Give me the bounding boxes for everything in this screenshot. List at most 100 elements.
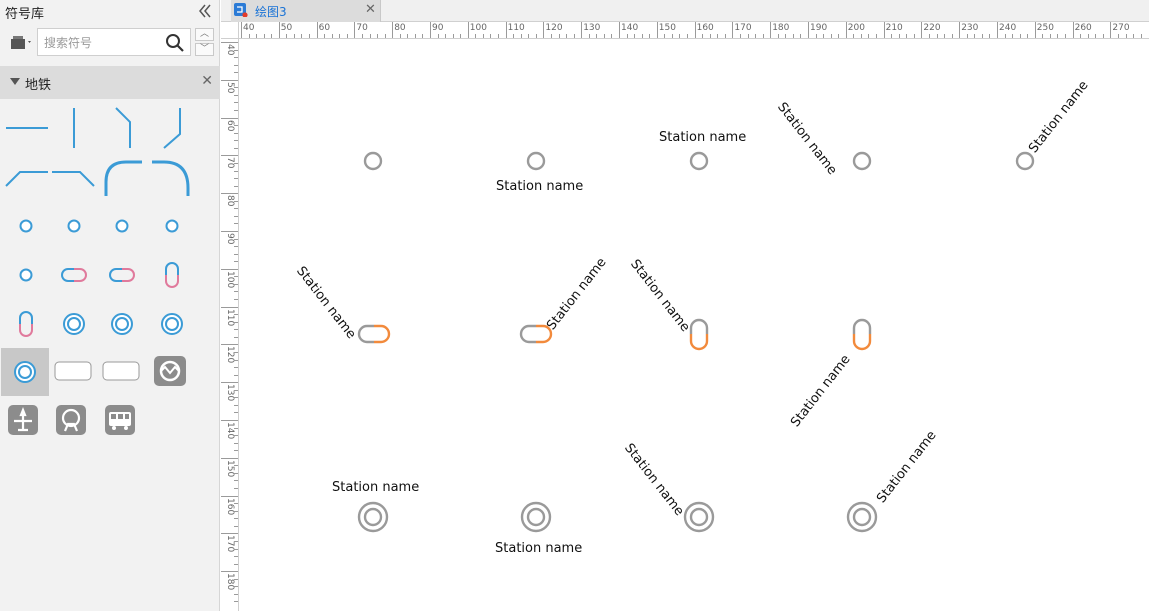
ruler-corner [221,22,239,39]
chevron-up-icon[interactable]: ︿ [195,28,214,41]
ruler-tick [1072,22,1074,38]
ruler-label: 120 [545,23,563,33]
ruler-minor-tick [966,34,968,38]
ruler-tick [221,42,238,43]
ruler-label: 250 [1036,23,1054,33]
ruler-minor-tick [452,34,454,38]
ruler-minor-tick [234,178,238,180]
ruler-minor-tick [550,34,552,38]
ruler-minor-tick [1140,34,1142,38]
ruler-minor-tick [634,34,636,38]
ruler-label: 140 [621,23,639,33]
interchange-station-shape[interactable] [50,300,98,348]
ruler-minor-tick [234,389,238,391]
ruler-tick [694,22,696,38]
drawing-canvas[interactable]: Station name Station name Station name S… [239,39,1149,611]
tab-close-icon[interactable]: ✕ [365,2,376,17]
interchange-station-shape[interactable] [1,348,49,396]
ruler-minor-tick [913,34,915,38]
station-name-label[interactable]: Station name [495,541,582,556]
ruler-tick [221,79,238,81]
ruler-minor-tick [1065,34,1067,38]
bend-line-right-shape[interactable] [98,104,146,152]
station-circle-shape[interactable] [50,202,98,250]
ruler-minor-tick [1117,34,1119,38]
horizontal-line-shape[interactable] [2,104,50,152]
curve-line-left-shape[interactable] [98,152,146,200]
tab-drawing3[interactable]: 绘图3 ✕ [231,0,381,22]
app-window: 符号库 ︿ ﹀ 地铁 ✕ [0,0,1149,611]
ruler-tick [1110,22,1112,38]
transfer-station-vertical-shape[interactable] [2,300,50,348]
ruler-minor-tick [1080,34,1082,38]
ruler-minor-tick [369,34,371,38]
ruler-minor-tick [234,314,238,316]
interchange-station-shape[interactable] [146,300,194,348]
ruler-minor-tick [1125,34,1127,38]
ruler-minor-tick [234,57,238,59]
horizontal-ruler: 40 50 60 70 80 90 100 110 120 130 140 150 160 170 180 1… [239,22,1149,39]
ruler-minor-tick [649,34,651,38]
ruler-minor-tick [234,185,238,187]
ruler-tick [959,22,961,38]
section-header-subway[interactable]: 地铁 ✕ [0,66,220,99]
transfer-station-horizontal-shape[interactable] [50,251,98,299]
ruler-minor-tick [860,34,862,38]
ruler-label: 90 [432,23,444,33]
station-name-label[interactable]: Station name [332,480,419,495]
station-circle-shape[interactable] [146,202,194,250]
curve-line-right-shape[interactable] [146,152,194,200]
ruler-tick [921,22,923,38]
ruler-minor-tick [234,442,238,444]
station-circle-shape[interactable] [2,251,50,299]
rounded-rect-shape[interactable] [98,348,146,396]
ruler-minor-tick [951,34,953,38]
ruler-minor-tick [234,367,238,369]
bus-icon[interactable] [97,397,145,445]
bend-line-left-shape[interactable] [146,104,194,152]
vertical-line-shape[interactable] [50,104,98,152]
ruler-minor-tick [702,34,704,38]
chevron-down-icon[interactable]: ﹀ [195,43,214,56]
search-icon[interactable] [165,33,185,53]
symbol-search-box[interactable] [37,28,191,56]
ruler-minor-tick [906,34,908,38]
transfer-station-vertical-shape[interactable] [146,251,194,299]
ruler-minor-tick [286,34,288,38]
ruler-minor-tick [234,450,238,452]
document-tab-bar: 绘图3 ✕ [221,0,1149,22]
ruler-minor-tick [234,72,238,74]
station-name-label[interactable]: Station name [659,130,746,145]
airport-icon[interactable] [0,397,48,445]
close-section-icon[interactable]: ✕ [201,73,213,89]
ruler-minor-tick [301,34,303,38]
ruler-tick [656,22,658,38]
library-menu-button[interactable] [9,33,35,51]
railway-station-icon[interactable] [48,397,96,445]
diagonal-horizontal-line-shape[interactable] [2,152,50,200]
ruler-minor-tick [823,34,825,38]
ruler-minor-tick [234,525,238,527]
horizontal-diagonal-line-shape[interactable] [50,152,98,200]
rounded-rect-shape[interactable] [50,348,98,396]
ruler-minor-tick [234,162,238,164]
ruler-minor-tick [271,34,273,38]
ruler-label: 70 [356,23,368,33]
ruler-minor-tick [815,34,817,38]
collapse-panel-icon[interactable] [196,2,214,20]
ruler-minor-tick [234,238,238,240]
ruler-minor-tick [234,223,238,225]
ruler-minor-tick [234,556,238,558]
expand-triangle-icon[interactable] [10,78,20,85]
station-circle-shape[interactable] [98,202,146,250]
ruler-label: 60 [318,23,331,33]
station-circle-shape[interactable] [2,202,50,250]
search-input[interactable] [44,34,164,52]
transfer-station-horizontal-shape[interactable] [98,251,146,299]
station-circle [852,151,872,171]
ruler-minor-tick [234,359,238,361]
ruler-minor-tick [234,601,238,603]
subway-logo-icon[interactable] [146,348,194,396]
interchange-station-shape[interactable] [98,300,146,348]
station-name-label[interactable]: Station name [496,179,583,194]
